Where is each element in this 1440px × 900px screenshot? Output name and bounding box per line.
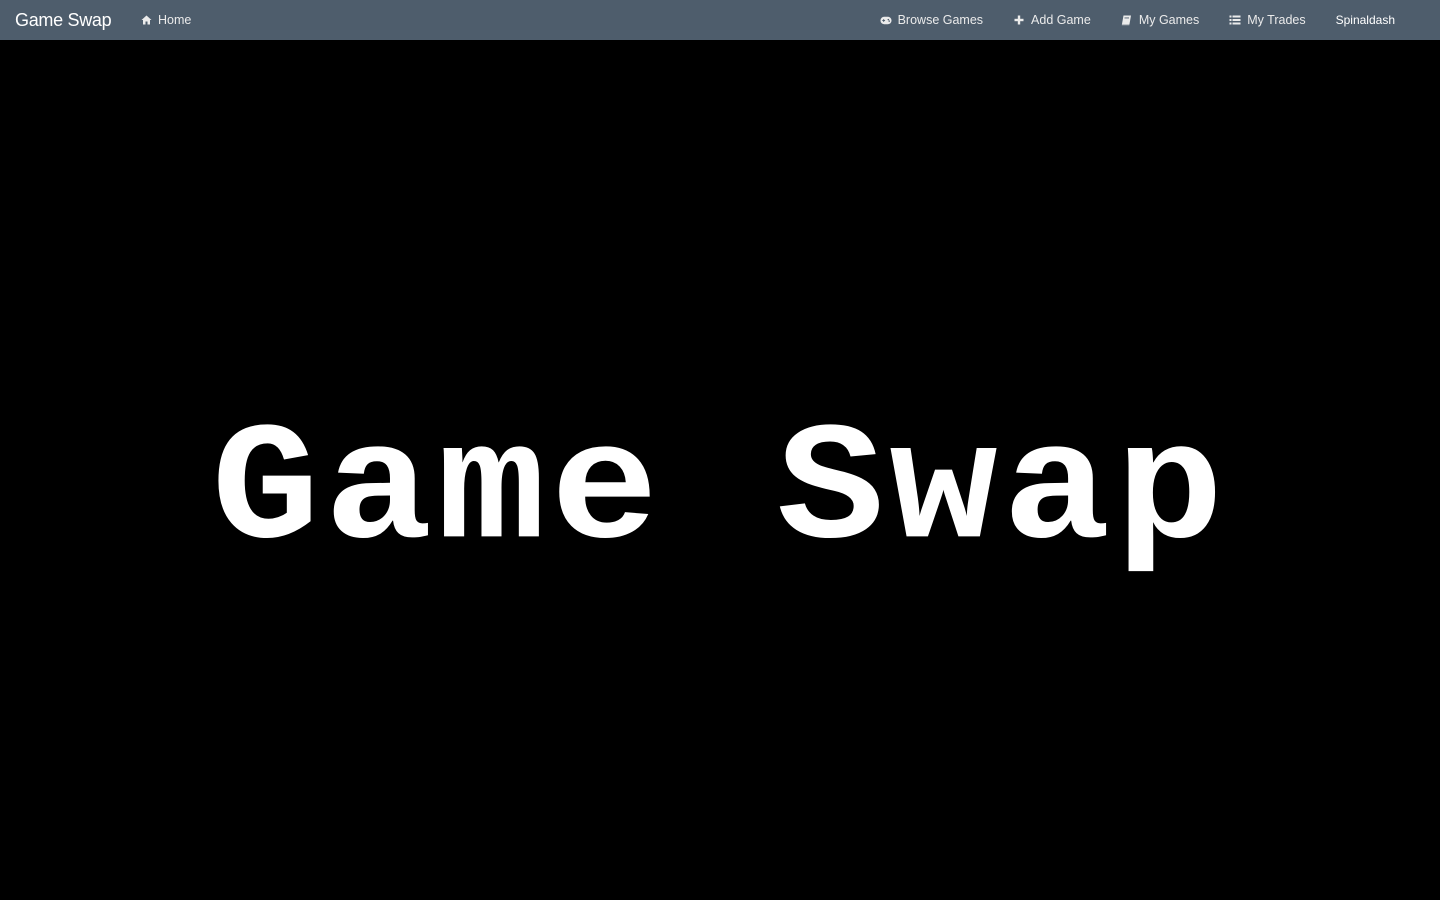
list-icon [1229,14,1241,26]
nav-home-label: Home [158,13,192,27]
nav-browse-games-link[interactable]: Browse Games [880,0,983,40]
hero-section: Game Swap [0,40,1440,900]
home-icon [140,14,152,26]
top-navbar: Game Swap Home Browse Games Add Game My … [0,0,1440,40]
gamepad-icon [880,14,892,26]
plus-icon [1013,14,1025,26]
book-icon [1121,14,1133,26]
nav-my-trades-label: My Trades [1247,13,1306,27]
nav-my-games-label: My Games [1138,13,1200,27]
nav-add-game-label: Add Game [1031,13,1091,27]
nav-left-group: Home [140,0,191,40]
brand-link[interactable]: Game Swap [15,0,112,40]
nav-right-group: Browse Games Add Game My Games My Trades… [880,0,1395,40]
nav-my-trades-link[interactable]: My Trades [1229,0,1306,40]
user-menu-link[interactable]: Spinaldash [1336,0,1395,40]
nav-add-game-link[interactable]: Add Game [1013,0,1091,40]
nav-browse-games-label: Browse Games [897,13,984,27]
nav-my-games-link[interactable]: My Games [1121,0,1199,40]
nav-home-link[interactable]: Home [140,0,191,40]
hero-title: Game Swap [211,397,1229,588]
